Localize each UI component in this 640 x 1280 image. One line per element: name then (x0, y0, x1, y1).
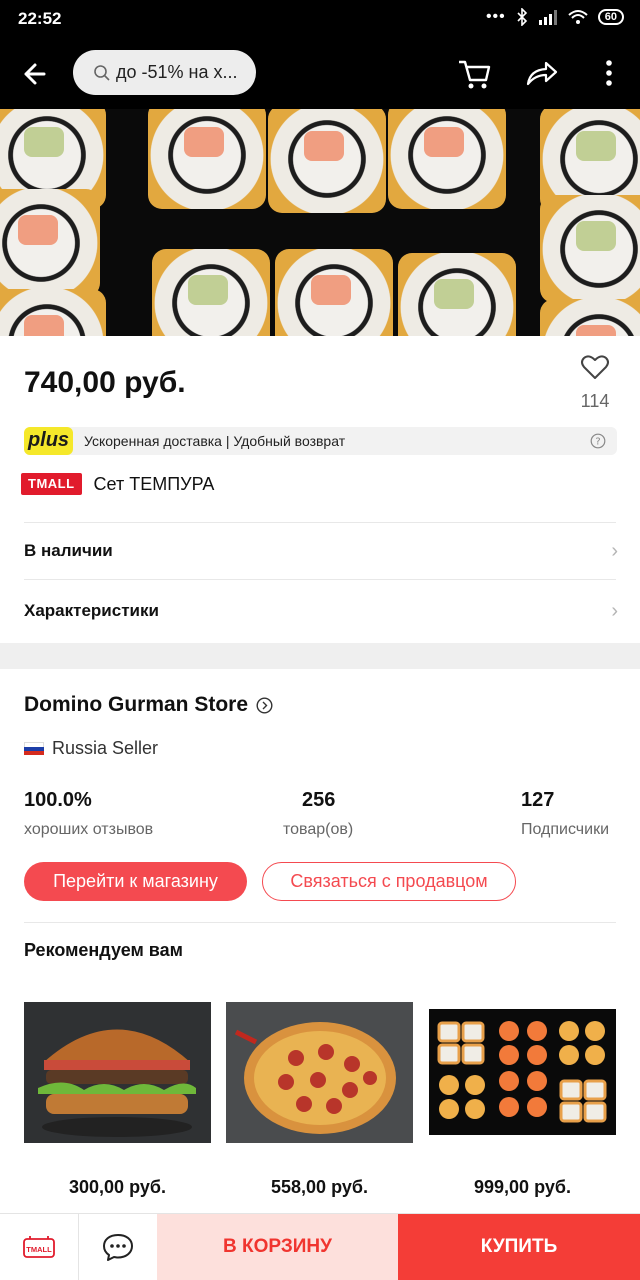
tmall-store-button[interactable]: TMALL (0, 1214, 78, 1280)
notification-dots: ••• (485, 8, 506, 25)
divider (24, 922, 616, 923)
stat-followers-value: 127 (521, 789, 555, 811)
seller-text: Russia Seller (52, 738, 159, 758)
recommend-item-price[interactable]: 300,00 руб. (24, 1177, 211, 1198)
go-to-store-button[interactable]: Перейти к магазину (24, 862, 247, 901)
availability-label: В наличии (24, 541, 113, 560)
chat-icon (103, 1234, 133, 1261)
add-to-cart-button[interactable]: В КОРЗИНУ (157, 1214, 398, 1280)
recommend-item-image-burger[interactable] (24, 1002, 211, 1143)
status-bar: 22:52 ••• 60 (0, 0, 640, 36)
plus-delivery-banner[interactable]: plus Ускоренная доставка | Удобный возвр… (24, 427, 617, 455)
status-icons: ••• 60 (486, 8, 624, 26)
recommend-item-price[interactable]: 558,00 руб. (226, 1177, 413, 1198)
specs-row[interactable]: Характеристики › (24, 583, 618, 639)
russia-flag-icon (24, 741, 44, 756)
stat-reviews-value: 100.0% (24, 789, 92, 811)
store-name-text: Domino Gurman Store (24, 693, 249, 716)
recommend-item-image-pizza[interactable] (226, 1002, 413, 1143)
stat-products-value: 256 (302, 789, 336, 811)
signal-icon (538, 10, 557, 25)
product-image[interactable] (0, 109, 640, 336)
store-name[interactable]: Domino Gurman Store (24, 693, 273, 717)
search-text: до -51% на х... (116, 62, 238, 82)
favorite-button[interactable]: 114 (572, 352, 618, 412)
recommend-item-image-sushi-set[interactable] (429, 1009, 616, 1135)
tmall-badge: TMALL (21, 473, 82, 495)
chevron-circle-icon (256, 696, 273, 714)
chat-button[interactable] (79, 1214, 157, 1280)
svg-text:?: ? (595, 437, 600, 448)
stat-followers-label: Подписчики (521, 821, 610, 838)
bluetooth-icon (517, 8, 527, 26)
specs-label: Характеристики (24, 601, 159, 620)
search-bar[interactable]: до -51% на х... (73, 50, 256, 95)
product-title-row: TMALL Сет ТЕМПУРА (21, 473, 214, 495)
recommend-item-price[interactable]: 999,00 руб. (429, 1177, 616, 1198)
recommend-title: Рекомендуем вам (24, 940, 183, 960)
chevron-right-icon: › (611, 599, 618, 622)
wifi-icon (568, 10, 588, 24)
bottom-action-bar: TMALL В КОРЗИНУ КУПИТЬ (0, 1213, 640, 1280)
chevron-right-icon: › (611, 539, 618, 562)
buy-now-button[interactable]: КУПИТЬ (398, 1214, 640, 1280)
more-options-icon[interactable] (590, 54, 628, 92)
cart-icon[interactable] (455, 54, 493, 92)
section-separator (0, 643, 640, 669)
stat-products-label: товар(ов) (283, 821, 354, 838)
plus-text: Ускоренная доставка | Удобный возврат (84, 433, 346, 449)
tmall-icon: TMALL (23, 1236, 55, 1258)
contact-seller-button[interactable]: Связаться с продавцом (262, 862, 516, 901)
share-icon[interactable] (522, 54, 560, 92)
heart-icon (581, 355, 609, 379)
tmall-icon-label: TMALL (26, 1245, 52, 1254)
battery-indicator: 60 (597, 9, 624, 25)
product-price: 740,00 руб. (24, 366, 186, 399)
top-bar: до -51% на х... (0, 36, 640, 109)
stat-reviews-label: хороших отзывов (24, 821, 154, 838)
favorites-count: 114 (580, 391, 610, 411)
product-name: Сет ТЕМПУРА (93, 473, 215, 494)
search-icon (94, 64, 110, 81)
divider (24, 579, 616, 580)
status-time: 22:52 (18, 9, 62, 28)
help-icon[interactable]: ? (590, 433, 606, 449)
plus-logo: plus (24, 427, 73, 455)
availability-row[interactable]: В наличии › (24, 523, 618, 579)
back-arrow-icon[interactable] (18, 56, 54, 92)
seller-origin: Russia Seller (24, 738, 158, 759)
